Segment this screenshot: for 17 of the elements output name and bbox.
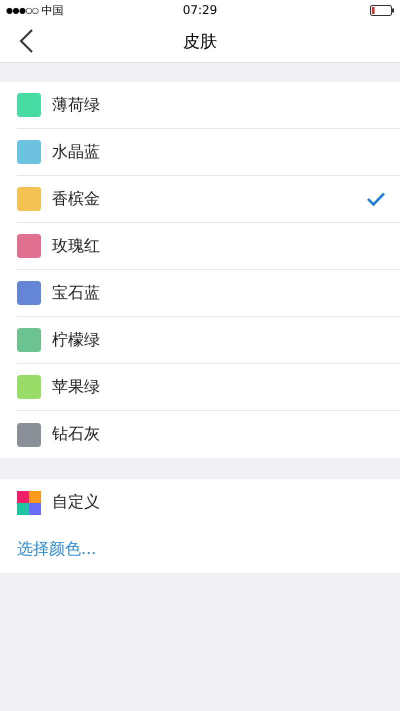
skin-name[interactable]: 苹果绿 [52,376,100,398]
carrier-name: 中国 [41,2,64,18]
page-title: 皮肤 [183,32,217,52]
battery-icon [370,4,394,16]
clock-time: 07:29 [182,3,218,17]
skin-name[interactable]: 水晶蓝 [52,142,100,162]
skin-name[interactable]: 宝石蓝 [52,282,100,304]
choose-color-link[interactable]: 选择颜色... [17,539,96,560]
skin-name[interactable]: 薄荷绿 [52,94,100,116]
back-button[interactable] [18,28,34,54]
color-grid-icon [17,490,41,514]
signal-strength: ●●●○○ [6,6,38,14]
skin-name[interactable]: 香槟金 [52,188,100,210]
skin-name[interactable]: 钻石灰 [52,424,100,445]
custom-label[interactable]: 自定义 [52,492,100,513]
skin-name[interactable]: 柠檬绿 [52,330,100,350]
skin-name[interactable]: 玫瑰红 [52,236,100,256]
